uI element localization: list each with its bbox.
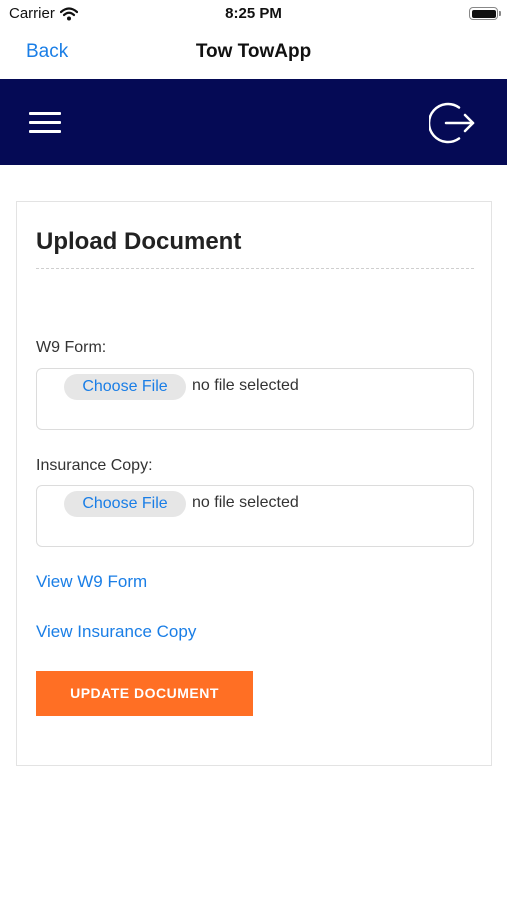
dashed-divider: [36, 268, 474, 269]
insurance-copy-label: Insurance Copy:: [36, 457, 153, 474]
status-time: 8:25 PM: [225, 5, 282, 22]
upload-document-card: Upload Document W9 Form: Choose File no …: [16, 201, 492, 766]
battery-icon: [469, 7, 501, 20]
insurance-file-input[interactable]: Choose File no file selected: [36, 485, 474, 547]
insurance-file-status: no file selected: [192, 494, 299, 511]
back-button[interactable]: Back: [26, 41, 68, 63]
w9-file-input[interactable]: Choose File no file selected: [36, 368, 474, 430]
nav-title: Tow TowApp: [195, 41, 312, 62]
view-w9-form-link[interactable]: View W9 Form: [36, 572, 147, 592]
w9-form-label: W9 Form:: [36, 339, 107, 356]
update-document-button[interactable]: UPDATE DOCUMENT: [36, 671, 253, 716]
hamburger-menu-icon[interactable]: [29, 110, 61, 134]
card-title: Upload Document: [36, 228, 242, 255]
view-insurance-copy-link[interactable]: View Insurance Copy: [36, 622, 196, 642]
w9-choose-file-button[interactable]: Choose File: [64, 374, 186, 400]
logout-icon[interactable]: [429, 99, 477, 147]
w9-file-status: no file selected: [192, 377, 299, 394]
insurance-choose-file-button[interactable]: Choose File: [64, 491, 186, 517]
status-bar: Carrier 8:25 PM: [0, 0, 507, 28]
navigation-bar: Back Tow TowApp: [0, 28, 507, 78]
